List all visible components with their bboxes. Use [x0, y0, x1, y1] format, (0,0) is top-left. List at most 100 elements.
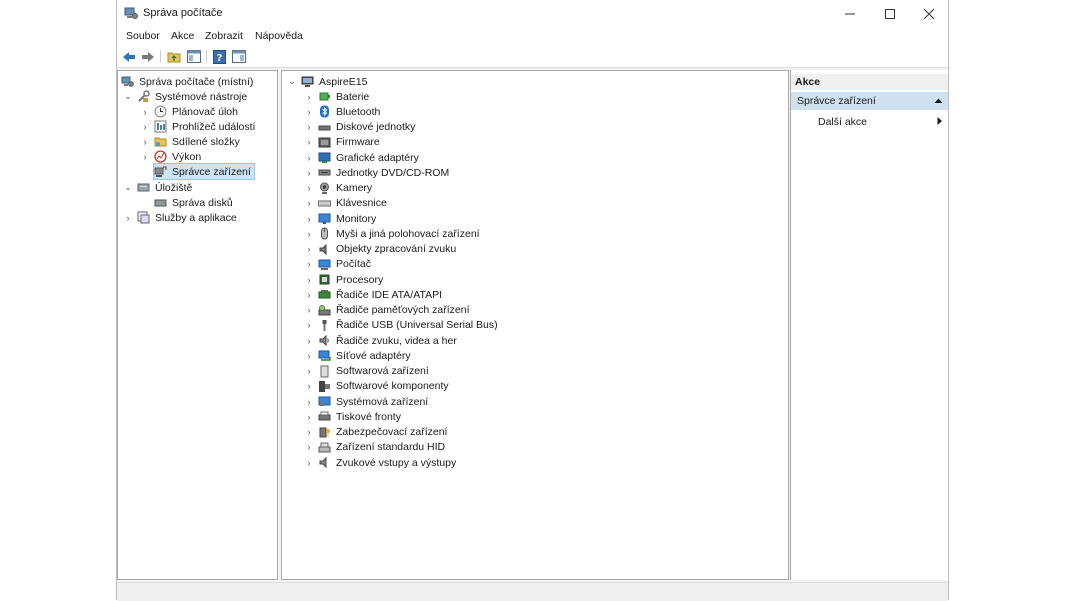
show-hide-tree-button[interactable]: [185, 48, 202, 65]
device-category-row[interactable]: › Zabezpečovací zařízení: [304, 425, 448, 440]
chevron-right-icon[interactable]: ›: [304, 183, 314, 193]
device-category-row[interactable]: › Jednotky DVD/CD-ROM: [304, 165, 450, 180]
toolbar: ?: [117, 46, 948, 68]
chevron-right-icon[interactable]: ›: [304, 153, 314, 163]
chevron-right-icon[interactable]: ›: [304, 412, 314, 422]
device-category-row[interactable]: › Kamery: [304, 181, 372, 196]
tree-task-scheduler[interactable]: › Plánovač úloh: [140, 104, 238, 119]
device-category-row[interactable]: › Monitory: [304, 211, 377, 226]
actions-group-device-manager[interactable]: Správce zařízení: [791, 92, 948, 110]
device-category-row[interactable]: › Diskové jednotky: [304, 120, 416, 135]
menu-view[interactable]: Zobrazit: [205, 30, 243, 42]
chevron-right-icon[interactable]: ›: [304, 290, 314, 300]
minimize-button[interactable]: [830, 0, 870, 27]
show-hide-action-pane-button[interactable]: [230, 48, 247, 65]
chevron-right-icon[interactable]: ›: [304, 107, 314, 117]
device-category-row[interactable]: › Řadiče paměťových zařízení: [304, 303, 470, 318]
device-category-row[interactable]: › Firmware: [304, 135, 380, 150]
device-category-row[interactable]: › Tiskové fronty: [304, 409, 401, 424]
chevron-right-icon[interactable]: ›: [304, 458, 314, 468]
tree-performance[interactable]: › Výkon: [140, 149, 201, 164]
usb-icon: [318, 319, 331, 332]
device-category-row[interactable]: › Počítač: [304, 257, 372, 272]
chevron-right-icon[interactable]: ›: [304, 122, 314, 132]
maximize-button[interactable]: [870, 0, 910, 27]
tree-device-manager[interactable]: Správce zařízení: [153, 163, 255, 180]
device-category-row[interactable]: › Procesory: [304, 272, 384, 287]
menu-help[interactable]: Nápověda: [255, 30, 303, 42]
tree-services-apps[interactable]: › Služby a aplikace: [123, 210, 237, 225]
chevron-right-icon[interactable]: ›: [304, 351, 314, 361]
tree-shared-folders[interactable]: › Sdílené složky: [140, 134, 240, 149]
device-category-row[interactable]: › Systémová zařízení: [304, 394, 429, 409]
tree-disk-management[interactable]: Správa disků: [154, 195, 233, 210]
device-category-label: Řadiče zvuku, videa a her: [336, 334, 457, 347]
tree-root[interactable]: Správa počítače (místní): [121, 74, 253, 89]
device-category-row[interactable]: › Zařízení standardu HID: [304, 440, 446, 455]
menu-file[interactable]: Soubor: [126, 30, 160, 42]
actions-pane: Akce Správce zařízení Další akce: [790, 70, 948, 580]
chevron-right-icon[interactable]: ›: [140, 152, 150, 162]
chevron-right-icon[interactable]: ›: [140, 107, 150, 117]
chevron-right-icon[interactable]: ›: [304, 320, 314, 330]
device-tree-root[interactable]: ⌄ AspireE15: [287, 74, 367, 89]
firmware-icon: [318, 136, 331, 149]
device-category-row[interactable]: › Baterie: [304, 89, 370, 104]
device-category-row[interactable]: › Řadiče IDE ATA/ATAPI: [304, 287, 443, 302]
chevron-right-icon[interactable]: ›: [304, 168, 314, 178]
chevron-right-icon[interactable]: ›: [140, 137, 150, 147]
back-button[interactable]: [120, 48, 137, 65]
title-bar: Správa počítače: [117, 0, 948, 27]
chevron-down-icon[interactable]: ⌄: [287, 76, 297, 87]
device-category-row[interactable]: › Zvukové vstupy a výstupy: [304, 455, 457, 470]
device-category-row[interactable]: › Bluetooth: [304, 104, 380, 119]
more-actions-item[interactable]: Další akce: [818, 116, 867, 128]
device-category-row[interactable]: › Klávesnice: [304, 196, 387, 211]
device-category-row[interactable]: › Myši a jiná polohovací zařízení: [304, 226, 480, 241]
chevron-right-icon[interactable]: ›: [304, 336, 314, 346]
network-adapter-icon: [318, 349, 331, 362]
device-category-label: Objekty zpracování zvuku: [336, 243, 457, 255]
device-category-row[interactable]: › Softwarová zařízení: [304, 364, 429, 379]
chevron-down-icon[interactable]: ⌄: [123, 182, 133, 193]
chevron-right-icon[interactable]: ›: [304, 259, 314, 269]
audio-processing-icon: [318, 243, 331, 256]
console-tree-pane[interactable]: Správa počítače (místní) ⌄ Systémové nás…: [117, 70, 278, 580]
chevron-right-icon[interactable]: ›: [304, 92, 314, 102]
chevron-right-icon[interactable]: ›: [304, 244, 314, 254]
forward-button[interactable]: [139, 48, 156, 65]
collapse-up-icon[interactable]: [934, 92, 943, 116]
chevron-right-icon[interactable]: ›: [304, 198, 314, 208]
device-category-row[interactable]: › Síťové adaptéry: [304, 348, 411, 363]
tree-storage[interactable]: ⌄ Úložiště: [123, 180, 192, 195]
menu-action[interactable]: Akce: [171, 30, 194, 42]
chevron-right-icon[interactable]: ›: [140, 122, 150, 132]
device-tree-pane[interactable]: ⌄ AspireE15 › Baterie › Bluetooth › Diskové j…: [281, 70, 789, 580]
chevron-right-icon[interactable]: ›: [304, 366, 314, 376]
chevron-right-icon[interactable]: ›: [304, 442, 314, 452]
chevron-right-icon[interactable]: ›: [304, 214, 314, 224]
chevron-right-icon[interactable]: ›: [304, 275, 314, 285]
tree-event-viewer[interactable]: › Prohlížeč událostí: [140, 119, 255, 134]
device-category-row[interactable]: › Řadiče zvuku, videa a her: [304, 333, 457, 348]
device-category-row[interactable]: › Objekty zpracování zvuku: [304, 242, 457, 257]
chevron-right-icon[interactable]: ›: [304, 381, 314, 391]
device-category-label: Zvukové vstupy a výstupy: [336, 456, 457, 469]
chevron-right-icon[interactable]: ›: [304, 137, 314, 147]
device-category-label: Zařízení standardu HID: [336, 441, 446, 454]
close-button[interactable]: [909, 0, 949, 27]
up-folder-button[interactable]: [165, 48, 182, 65]
chevron-right-icon[interactable]: ›: [304, 427, 314, 437]
device-category-row[interactable]: › Softwarové komponenty: [304, 379, 449, 394]
tree-task-scheduler-label: Plánovač úloh: [172, 105, 238, 118]
device-category-row[interactable]: › Grafické adaptéry: [304, 150, 419, 165]
device-category-row[interactable]: › Řadiče USB (Universal Serial Bus): [304, 318, 498, 333]
chevron-right-icon[interactable]: ›: [304, 229, 314, 239]
tree-system-tools[interactable]: ⌄ Systémové nástroje: [123, 89, 247, 104]
chevron-right-icon[interactable]: ›: [304, 305, 314, 315]
help-button[interactable]: ?: [211, 48, 228, 65]
submenu-arrow-icon[interactable]: [937, 116, 943, 129]
chevron-right-icon[interactable]: ›: [304, 397, 314, 407]
chevron-down-icon[interactable]: ⌄: [123, 91, 133, 102]
chevron-right-icon[interactable]: ›: [123, 213, 133, 223]
